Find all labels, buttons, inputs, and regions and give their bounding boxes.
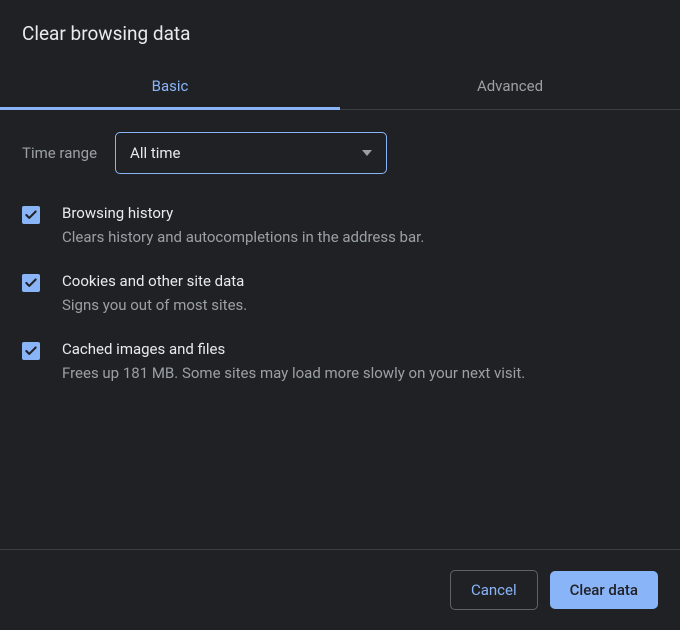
clear-browsing-data-dialog: Clear browsing data Basic Advanced Time … xyxy=(0,0,680,630)
tab-advanced[interactable]: Advanced xyxy=(340,63,680,109)
option-title: Cached images and files xyxy=(62,340,525,358)
tab-advanced-label: Advanced xyxy=(477,77,543,95)
checkbox-cache[interactable] xyxy=(22,342,40,360)
time-range-value: All time xyxy=(130,144,180,162)
dialog-content: Time range All time Browsing history Cle… xyxy=(0,110,680,549)
option-text: Browsing history Clears history and auto… xyxy=(62,204,424,246)
checkmark-icon xyxy=(24,276,38,290)
dialog-footer: Cancel Clear data xyxy=(0,549,680,630)
checkmark-icon xyxy=(24,208,38,222)
checkmark-icon xyxy=(24,344,38,358)
tab-basic-label: Basic xyxy=(152,77,189,95)
option-desc: Clears history and autocompletions in th… xyxy=(62,228,424,246)
dialog-title: Clear browsing data xyxy=(0,0,680,63)
time-range-label: Time range xyxy=(22,144,97,162)
option-title: Browsing history xyxy=(62,204,424,222)
option-text: Cached images and files Frees up 181 MB.… xyxy=(62,340,525,382)
option-cookies: Cookies and other site data Signs you ou… xyxy=(22,272,658,314)
time-range-select[interactable]: All time xyxy=(115,132,387,174)
time-range-row: Time range All time xyxy=(22,132,658,174)
option-desc: Signs you out of most sites. xyxy=(62,296,247,314)
clear-data-button[interactable]: Clear data xyxy=(550,571,658,609)
tab-bar: Basic Advanced xyxy=(0,63,680,110)
option-title: Cookies and other site data xyxy=(62,272,247,290)
option-cache: Cached images and files Frees up 181 MB.… xyxy=(22,340,658,382)
tab-basic[interactable]: Basic xyxy=(0,63,340,109)
checkbox-browsing-history[interactable] xyxy=(22,206,40,224)
option-text: Cookies and other site data Signs you ou… xyxy=(62,272,247,314)
option-desc: Frees up 181 MB. Some sites may load mor… xyxy=(62,364,525,382)
chevron-down-icon xyxy=(362,150,372,156)
option-browsing-history: Browsing history Clears history and auto… xyxy=(22,204,658,246)
cancel-button[interactable]: Cancel xyxy=(450,570,538,610)
checkbox-cookies[interactable] xyxy=(22,274,40,292)
